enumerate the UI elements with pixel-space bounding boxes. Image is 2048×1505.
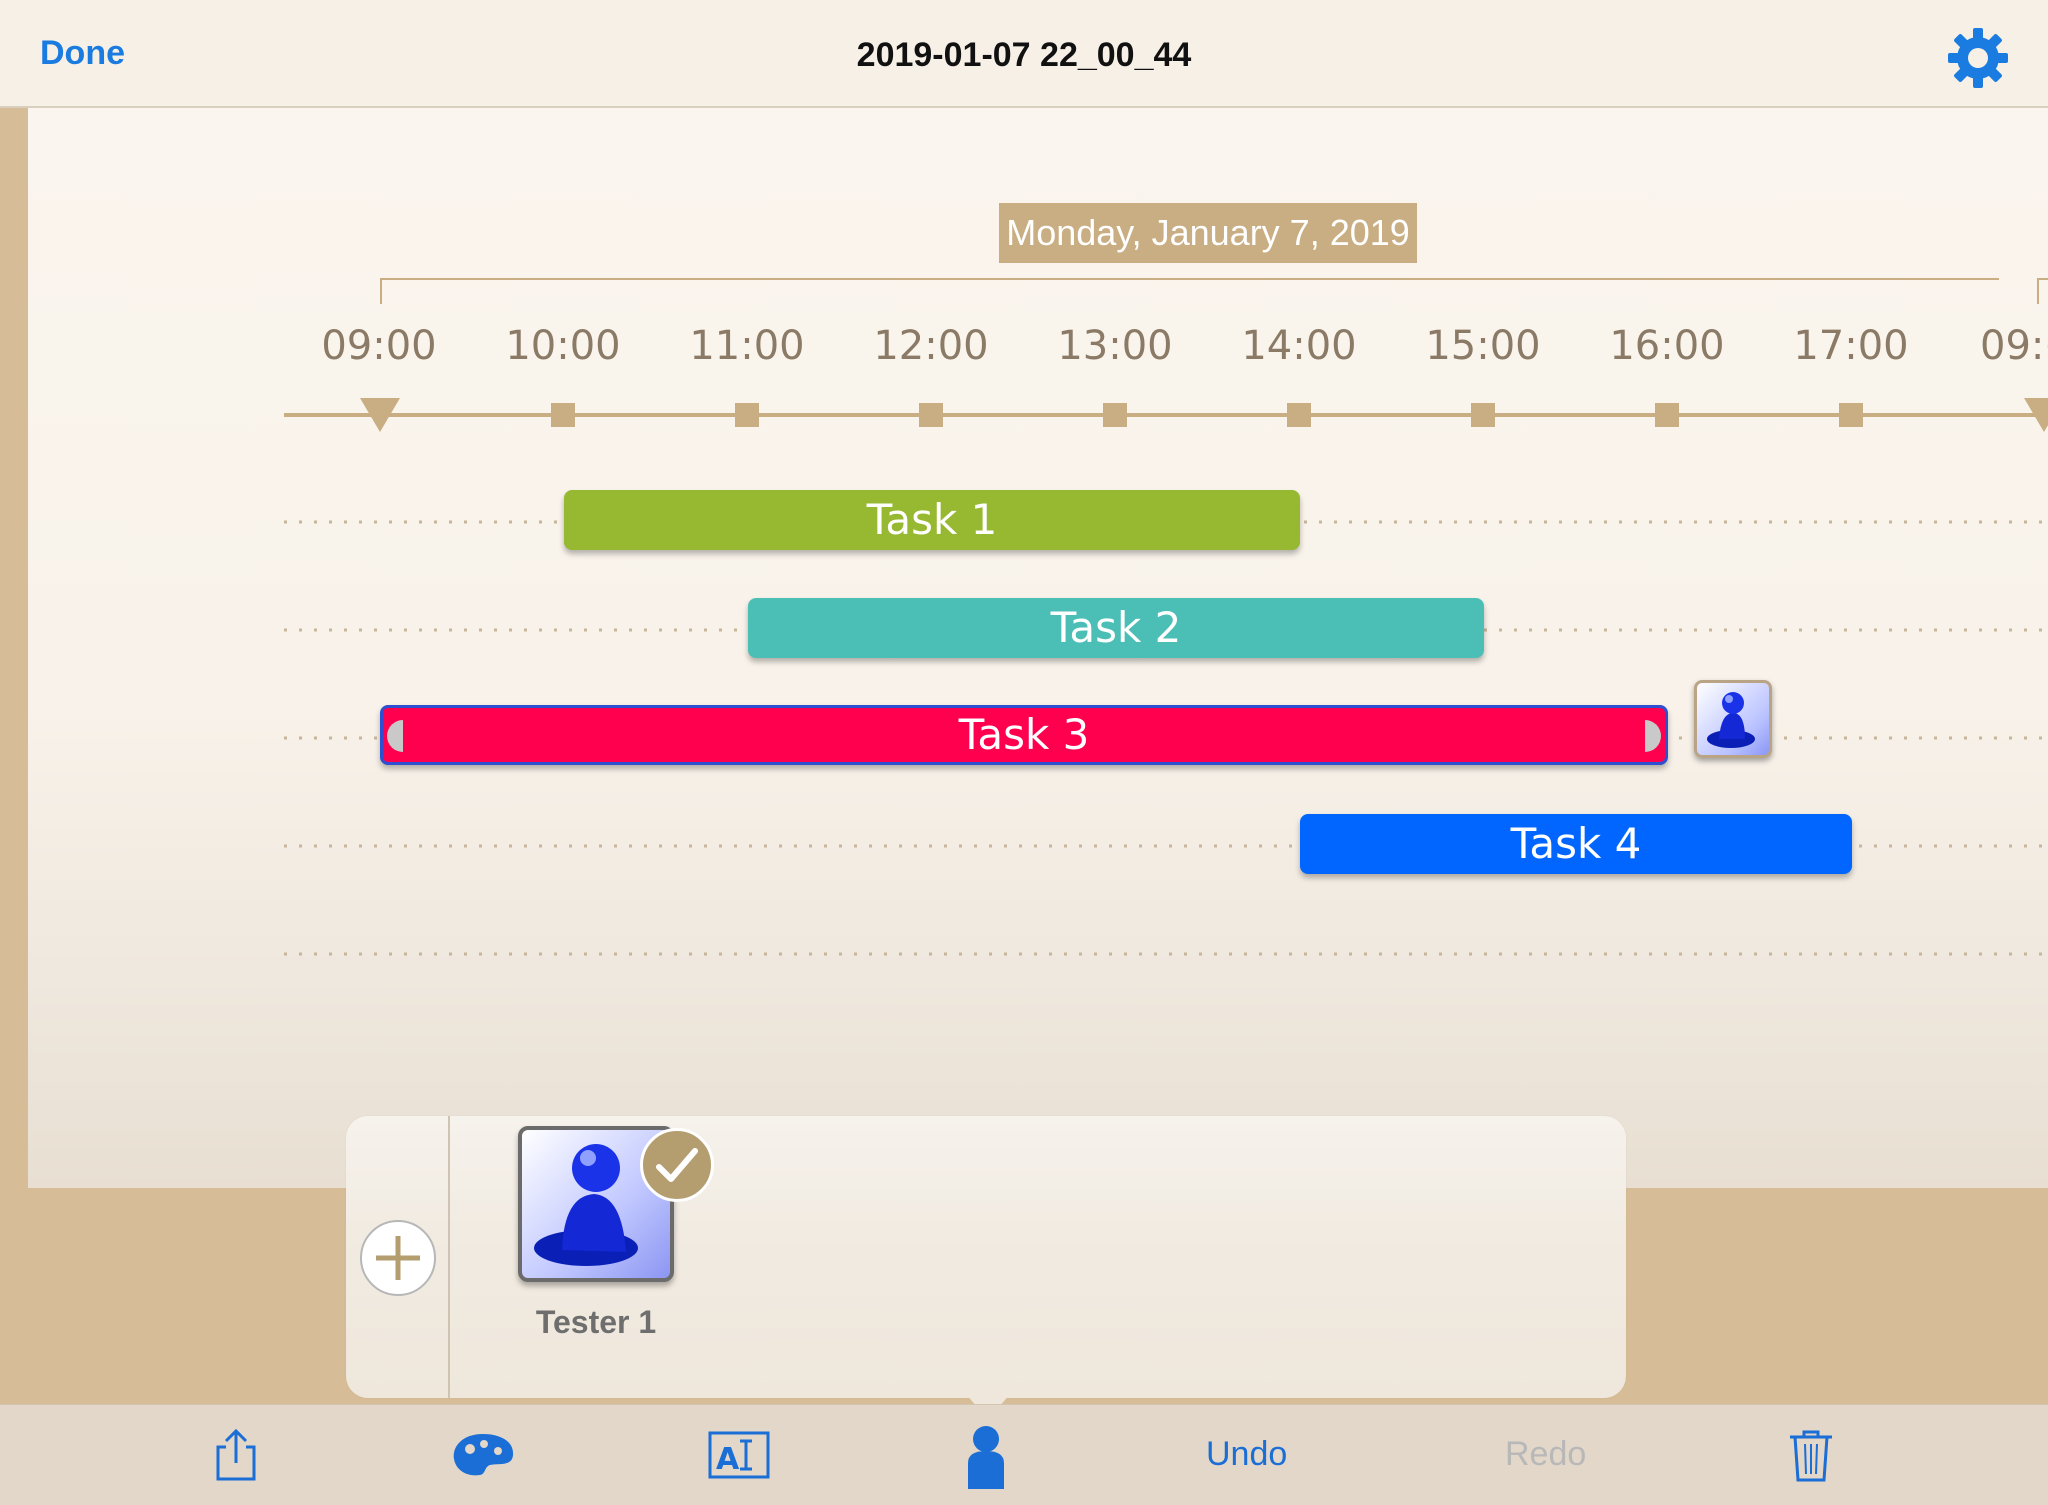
popover-sidebar (346, 1116, 450, 1398)
plus-icon (376, 1236, 420, 1280)
resize-handle-right[interactable] (1645, 720, 1661, 752)
hour-marker (1287, 403, 1311, 427)
svg-text:A: A (716, 1442, 740, 1477)
resource-item-tester-1[interactable]: Tester 1 (518, 1126, 714, 1346)
task-bar-1[interactable]: Task 1 (564, 490, 1300, 550)
hour-label: 17:00 (1793, 323, 1908, 369)
bottom-toolbar: A Undo Redo (0, 1404, 2048, 1505)
hour-label: 09:( (1980, 323, 2048, 369)
hour-marker (1471, 403, 1495, 427)
resize-handle-left[interactable] (387, 720, 403, 752)
resource-popover: Tester 1 (346, 1116, 1626, 1398)
undo-button[interactable]: Undo (1206, 1435, 1287, 1474)
hour-label: 11:00 (689, 323, 804, 369)
hour-label: 13:00 (1057, 323, 1172, 369)
task-label: Task 1 (866, 495, 998, 544)
hour-label: 14:00 (1241, 323, 1356, 369)
date-bracket (380, 278, 1999, 304)
task-bar-2[interactable]: Task 2 (748, 598, 1484, 658)
task-label: Task 2 (1050, 603, 1182, 652)
hour-label: 10:00 (505, 323, 620, 369)
task-bar-4[interactable]: Task 4 (1300, 814, 1852, 874)
hour-marker (551, 403, 575, 427)
palette-icon[interactable] (450, 1431, 516, 1481)
hour-marker (1103, 403, 1127, 427)
task-label: Task 3 (958, 710, 1090, 759)
navigation-bar: Done 2019-01-07 22_00_44 (0, 0, 2048, 108)
redo-button[interactable]: Redo (1505, 1435, 1586, 1474)
add-resource-button[interactable] (360, 1220, 436, 1296)
text-format-icon[interactable]: A (708, 1431, 770, 1479)
person-icon[interactable] (964, 1423, 1008, 1489)
hour-marker (735, 403, 759, 427)
person-icon (1707, 692, 1755, 748)
trash-icon[interactable] (1788, 1429, 1834, 1483)
hour-marker (1839, 403, 1863, 427)
left-margin (0, 108, 28, 1188)
task-bar-3[interactable]: Task 3 (380, 705, 1668, 765)
hour-label: 16:00 (1609, 323, 1724, 369)
date-bracket-next (2037, 278, 2048, 304)
hour-label: 09:00 (321, 323, 436, 369)
hour-label: 15:00 (1425, 323, 1540, 369)
hour-marker (1655, 403, 1679, 427)
resource-name: Tester 1 (535, 1304, 657, 1340)
hour-marker (919, 403, 943, 427)
document-title: 2019-01-07 22_00_44 (856, 36, 1192, 74)
gear-icon[interactable] (1946, 26, 2010, 90)
selected-check-icon (640, 1128, 714, 1202)
date-label: Monday, January 7, 2019 (999, 203, 1417, 263)
task-label: Task 4 (1510, 819, 1642, 868)
hour-label: 12:00 (873, 323, 988, 369)
task-assignee-avatar[interactable] (1694, 680, 1772, 758)
share-icon[interactable] (212, 1427, 260, 1483)
